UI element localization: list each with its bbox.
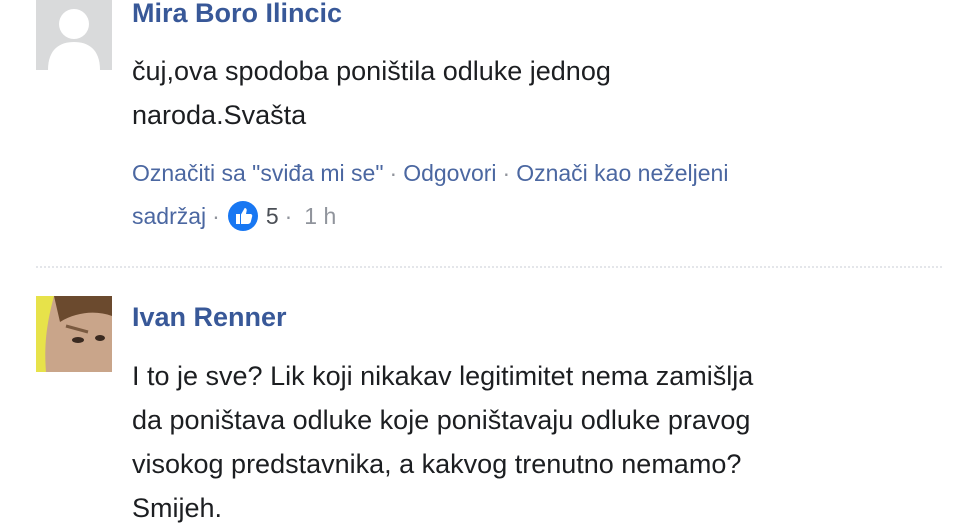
avatar[interactable] [36,0,112,70]
separator: · [284,203,293,229]
reaction-count[interactable]: 5 [266,203,279,229]
actions-line-2: sadržaj · 5 · 1 h [132,195,892,238]
comment-text-line: Smijeh. [132,493,223,523]
like-link[interactable]: Označiti sa "sviđa mi se" [132,160,384,186]
avatar[interactable] [36,296,112,372]
report-spam-link-continued[interactable]: sadržaj [132,203,206,229]
separator: · [212,203,220,229]
reply-link[interactable]: Odgovori [403,160,496,186]
comment-text-line: da poništava odluke koje poništavaju odl… [132,405,751,435]
avatar-photo-icon [36,296,112,372]
comment-author[interactable]: Mira Boro Ilincic [132,0,342,29]
comment-text: čuj,ova spodoba poništila odluke jednog … [132,49,772,137]
comment-divider [36,266,942,268]
report-spam-link[interactable]: Označi kao neželjeni [516,160,728,186]
avatar-placeholder-icon [36,0,112,70]
separator: · [389,160,398,186]
comment-timestamp[interactable]: 1 h [298,203,336,229]
comment-actions: Označiti sa "sviđa mi se" · Odgovori · Označ… [132,152,892,238]
comment-text-line: visokog predstavnika, a kakvog trenutno … [132,449,742,479]
actions-line-1: Označiti sa "sviđa mi se" · Odgovori · Označ… [132,152,892,195]
comment-text-line: I to je sve? Lik koji nikakav legitimite… [132,361,754,391]
comment-text-line: naroda.Svašta [132,100,307,130]
comment-text-line: čuj,ova spodoba poništila odluke jednog [132,56,611,86]
separator: · [502,160,511,186]
comment-author[interactable]: Ivan Renner [132,302,287,333]
thumbs-up-icon[interactable] [227,201,258,231]
comment-text: I to je sve? Lik koji nikakav legitimite… [132,354,932,530]
